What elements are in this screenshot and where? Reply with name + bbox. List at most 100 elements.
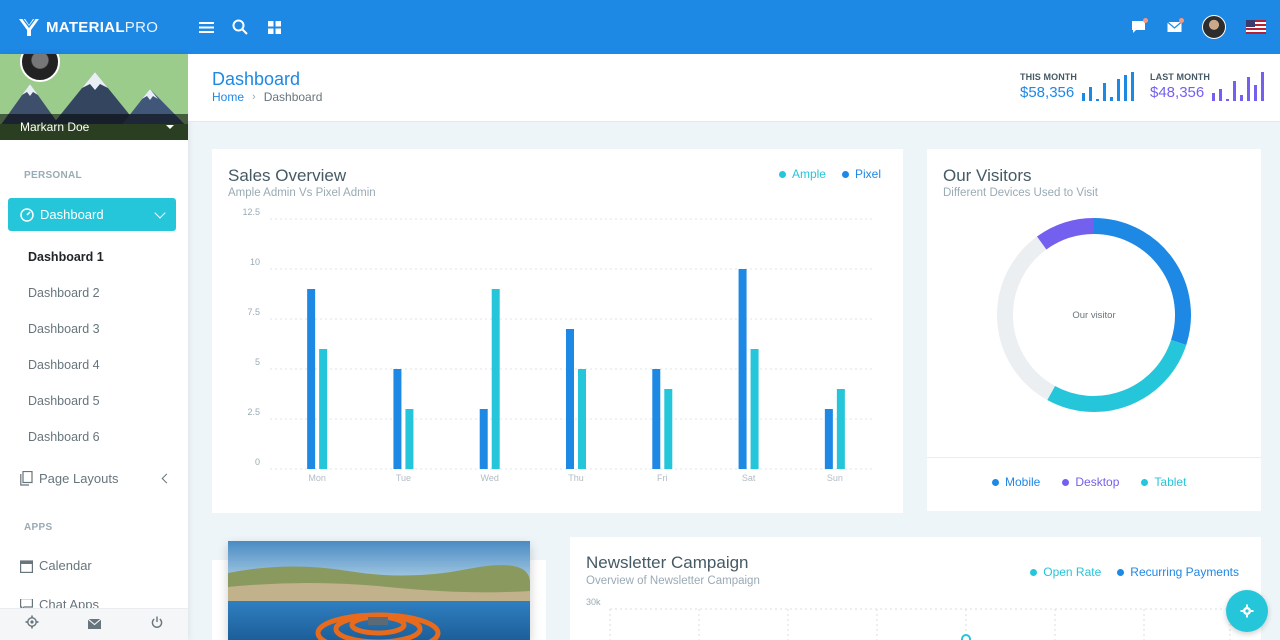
us-flag-icon[interactable]: [1246, 19, 1266, 35]
nav-section-apps: APPS: [24, 522, 53, 533]
bar-pixel: [738, 269, 747, 469]
spark-bar: [1103, 83, 1106, 101]
spark-bar: [1089, 87, 1092, 101]
nav-item-label: Page Layouts: [39, 471, 119, 486]
donut-center-label: Our visitor: [1072, 310, 1115, 321]
submenu-dashboard-6[interactable]: Dashboard 6: [28, 430, 100, 444]
nav-section-personal: PERSONAL: [24, 170, 82, 181]
spark-bar: [1124, 75, 1127, 101]
nav-item-dashboard[interactable]: Dashboard: [8, 198, 176, 231]
nav-item-calendar[interactable]: Calendar: [20, 558, 170, 573]
sales-bar-chart: 0 2.5 5 7.5 10 12.5 Mon Tue Wed Thu Fri Sat Sun: [242, 207, 874, 483]
notification-dot: [1143, 18, 1148, 23]
nav-item-label: Dashboard: [40, 207, 104, 222]
spark-bar: [1082, 93, 1085, 101]
donut-legend: Mobile Desktop Tablet: [992, 475, 1186, 489]
x-tick-label: Tue: [396, 473, 411, 483]
settings-fab-button[interactable]: [1226, 590, 1268, 632]
legend-dot: [992, 478, 999, 486]
gear-icon: [1240, 604, 1254, 618]
user-avatar[interactable]: [1202, 15, 1226, 39]
stat-value: $58,356: [1020, 84, 1075, 101]
sparkline-last-month: [1212, 71, 1264, 101]
submenu-dashboard-2[interactable]: Dashboard 2: [28, 286, 100, 300]
legend-dot: [1062, 478, 1070, 486]
submenu-dashboard-4[interactable]: Dashboard 4: [28, 358, 100, 372]
bar-ample: [750, 349, 759, 469]
breadcrumb-current: Dashboard: [263, 90, 323, 104]
donut-slice: [1093, 218, 1191, 345]
stat-last-month: LAST MONTH $48,356: [1150, 72, 1210, 101]
spark-bar: [1096, 99, 1099, 101]
spark-bar: [1240, 95, 1243, 101]
spark-bar: [1226, 99, 1229, 101]
spark-bar: [1247, 77, 1250, 101]
page-title: Dashboard: [212, 69, 301, 89]
visitors-donut-chart: Our visitor: [997, 218, 1191, 412]
menu-icon[interactable]: [198, 19, 214, 35]
sidebar-footer: [0, 608, 188, 640]
coastal-photo: [228, 541, 530, 640]
spark-bar: [1233, 81, 1236, 101]
settings-icon[interactable]: [25, 615, 39, 634]
bar-pixel: [393, 369, 402, 469]
x-tick-label: Wed: [481, 473, 499, 483]
bar-pixel: [307, 289, 316, 469]
calendar-icon: [20, 559, 33, 573]
donut-slice: [1047, 339, 1187, 412]
brand[interactable]: MATERIALPRO: [0, 0, 188, 54]
profile-name-toggle[interactable]: Markarn Doe: [0, 114, 188, 140]
legend-item-mobile: Mobile: [992, 475, 1040, 489]
legend-dot: [1141, 478, 1149, 486]
profile-name: Markarn Doe: [20, 120, 90, 134]
spark-bar: [1131, 72, 1134, 101]
bar-ample: [578, 369, 586, 469]
submenu-dashboard-3[interactable]: Dashboard 3: [28, 322, 100, 336]
donut-slice: [1036, 218, 1095, 250]
topbar: MATERIALPRO: [0, 0, 1280, 54]
chevron-down-icon: [154, 207, 166, 219]
legend-item-tablet: Tablet: [1141, 475, 1186, 489]
submenu-dashboard-1[interactable]: Dashboard 1: [28, 250, 104, 264]
newsletter-card: Newsletter Campaign Overview of Newslett…: [570, 537, 1261, 640]
divider: [927, 457, 1261, 458]
brand-logo-icon: [19, 18, 39, 36]
nav-item-page-layouts[interactable]: Page Layouts: [20, 471, 172, 486]
stat-label: LAST MONTH: [1150, 72, 1210, 82]
search-icon[interactable]: [232, 19, 248, 35]
data-point: [961, 634, 971, 640]
breadcrumb-home[interactable]: Home: [212, 90, 244, 104]
profile-banner: Markarn Doe: [0, 54, 188, 140]
power-icon[interactable]: [151, 616, 163, 634]
brand-name: MATERIALPRO: [46, 18, 159, 36]
sidebar: Markarn Doe PERSONAL Dashboard Dashboard…: [0, 54, 188, 640]
x-tick-label: Sun: [827, 473, 843, 483]
apps-grid-icon[interactable]: [266, 19, 282, 35]
caret-down-icon: [166, 125, 174, 129]
message-icon[interactable]: [1130, 18, 1148, 35]
x-tick-label: Mon: [308, 473, 326, 483]
legend-item-desktop: Desktop: [1062, 475, 1119, 489]
nav-item-label: Calendar: [39, 558, 92, 573]
copy-icon: [20, 471, 33, 486]
breadcrumb: Home › Dashboard: [212, 90, 322, 104]
y-tick-label: 10: [250, 257, 260, 267]
bar-ample: [836, 389, 845, 469]
y-tick-label: 5: [255, 357, 260, 367]
mail-icon[interactable]: [88, 616, 102, 634]
spark-bar: [1110, 97, 1113, 101]
spark-bar: [1261, 72, 1264, 101]
x-tick-label: Sat: [742, 473, 756, 483]
mail-icon[interactable]: [1166, 18, 1184, 35]
chevron-left-icon: [161, 473, 172, 484]
bar-ample: [491, 289, 500, 469]
gauge-icon: [20, 207, 34, 222]
spark-bar: [1212, 93, 1215, 101]
spark-bar: [1117, 79, 1120, 101]
y-tick-label: 2.5: [247, 407, 260, 417]
spark-bar: [1219, 89, 1222, 101]
x-tick-label: Fri: [657, 473, 668, 483]
bar-pixel: [566, 329, 574, 469]
notification-dot: [1179, 18, 1184, 23]
submenu-dashboard-5[interactable]: Dashboard 5: [28, 394, 100, 408]
